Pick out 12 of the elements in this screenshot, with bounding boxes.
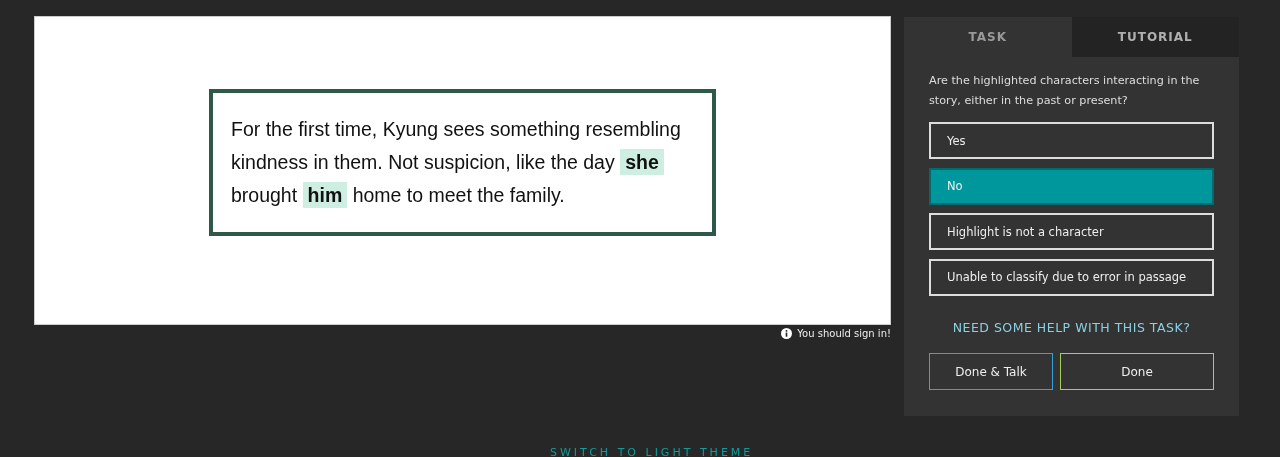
done-talk-button[interactable]: Done & Talk	[929, 353, 1053, 390]
info-icon	[781, 328, 793, 339]
panel-tab[interactable]: TUTORIAL	[1071, 17, 1239, 57]
answer-option[interactable]: Highlight is not a character	[929, 213, 1214, 250]
answer-option[interactable]: Yes	[929, 122, 1214, 159]
passage-text: For the first time, Kyung sees something resembling kindness in them. Not suspicion, like the day she brought him home to meet the family.	[209, 88, 716, 236]
theme-link[interactable]: SWITCH TO LIGHT THEME	[550, 446, 754, 457]
answer-option[interactable]: Unable to classify due to error in passage	[929, 258, 1214, 296]
help-link[interactable]: NEED SOME HELP WITH THIS TASK?	[952, 320, 1191, 335]
question-text: Are the highlighted characters interacting in the story, either in the past or present?	[929, 73, 1201, 109]
sign-in-notice: You should sign in!	[797, 328, 891, 339]
done-button[interactable]: Done	[1060, 353, 1214, 390]
